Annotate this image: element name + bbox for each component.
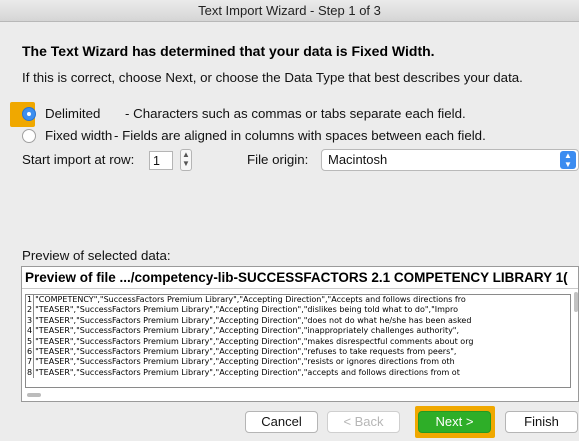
fixed-width-description: - Fields are aligned in columns with spa…: [114, 128, 486, 143]
start-row-stepper[interactable]: ▲ ▼: [180, 149, 192, 171]
preview-data-lines: 1 "COMPETENCY","SuccessFactors Premium Li…: [25, 294, 571, 388]
window-title: Text Import Wizard - Step 1 of 3: [0, 0, 579, 22]
cancel-button[interactable]: Cancel: [245, 411, 318, 433]
preview-line: 8 "TEASER","SuccessFactors Premium Librar…: [27, 367, 570, 379]
wizard-instructions: If this is correct, choose Next, or choo…: [22, 70, 523, 85]
line-number: 1: [27, 295, 35, 306]
back-button[interactable]: < Back: [327, 411, 400, 433]
horizontal-scrollbar-thumb[interactable]: [27, 393, 41, 397]
finish-button[interactable]: Finish: [505, 411, 578, 433]
fixed-width-label[interactable]: Fixed width: [45, 128, 112, 143]
preview-line: 7 "TEASER","SuccessFactors Premium Librar…: [27, 357, 570, 368]
preview-line: 6 "TEASER","SuccessFactors Premium Librar…: [27, 347, 570, 358]
preview-line: 1 "COMPETENCY","SuccessFactors Premium Li…: [27, 295, 570, 306]
line-text: "TEASER","SuccessFactors Premium Library…: [35, 315, 472, 325]
next-button[interactable]: Next >: [418, 411, 491, 433]
text-import-wizard-window: Text Import Wizard - Step 1 of 3 The Tex…: [0, 0, 579, 441]
preview-pane[interactable]: Preview of file .../competency-lib-SUCCE…: [21, 266, 579, 402]
line-number: 5: [27, 336, 35, 348]
delimited-radio-button[interactable]: [22, 107, 36, 121]
line-number: 7: [27, 357, 35, 368]
select-updown-arrows-icon[interactable]: ▲ ▼: [560, 151, 576, 169]
line-text: "TEASER","SuccessFactors Premium Library…: [35, 326, 460, 336]
preview-file-title: Preview of file .../competency-lib-SUCCE…: [25, 270, 568, 285]
line-number: 3: [27, 315, 35, 327]
line-text: "TEASER","SuccessFactors Premium Library…: [35, 305, 458, 315]
preview-line: 5 "TEASER","SuccessFactors Premium Librar…: [27, 336, 570, 348]
stepper-down-icon[interactable]: ▼: [181, 159, 191, 168]
delimited-description: - Characters such as commas or tabs sepa…: [125, 106, 466, 121]
start-row-label: Start import at row:: [22, 152, 135, 167]
fixed-width-radio-button[interactable]: [22, 129, 36, 143]
line-number: 6: [27, 347, 35, 358]
delimited-label[interactable]: Delimited: [45, 106, 100, 121]
line-number: 4: [27, 326, 35, 337]
line-text: "COMPETENCY","SuccessFactors Premium Lib…: [35, 295, 466, 304]
preview-label: Preview of selected data:: [22, 248, 171, 263]
preview-line: 2 "TEASER","SuccessFactors Premium Librar…: [27, 305, 570, 316]
file-origin-label: File origin:: [247, 152, 309, 167]
line-text: "TEASER","SuccessFactors Premium Library…: [35, 336, 474, 346]
line-number: 8: [27, 367, 35, 379]
line-text: "TEASER","SuccessFactors Premium Library…: [35, 357, 455, 367]
file-origin-select[interactable]: Macintosh ▲ ▼: [321, 149, 579, 171]
line-number: 2: [27, 305, 35, 316]
start-row-input[interactable]: 1: [149, 151, 173, 170]
line-text: "TEASER","SuccessFactors Premium Library…: [35, 367, 460, 377]
vertical-scrollbar-thumb[interactable]: [574, 292, 578, 312]
line-text: "TEASER","SuccessFactors Premium Library…: [35, 347, 457, 357]
preview-divider: [22, 288, 578, 289]
stepper-up-icon[interactable]: ▲: [181, 150, 191, 159]
file-origin-value: Macintosh: [328, 152, 388, 167]
preview-line: 3 "TEASER","SuccessFactors Premium Librar…: [27, 315, 570, 327]
preview-line: 4 "TEASER","SuccessFactors Premium Librar…: [27, 326, 570, 337]
wizard-headline: The Text Wizard has determined that your…: [22, 43, 435, 59]
